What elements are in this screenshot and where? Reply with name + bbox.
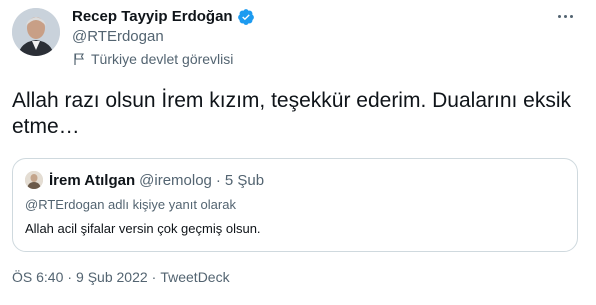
- tweet-time[interactable]: ÖS 6:40: [12, 268, 63, 286]
- tweet-text: Allah razı olsun İrem kızım, teşekkür ed…: [12, 89, 572, 138]
- quoted-handle[interactable]: @iremolog: [139, 172, 212, 190]
- quoted-header: İrem Atılgan @iremolog · 5 Şub: [49, 172, 264, 190]
- author-handle[interactable]: @RTErdogan: [72, 28, 164, 46]
- affiliation-text: Türkiye devlet görevlisi: [91, 51, 234, 67]
- flag-icon: [72, 52, 86, 66]
- quoted-name[interactable]: İrem Atılgan: [49, 172, 135, 190]
- quoted-date[interactable]: 5 Şub: [225, 172, 264, 190]
- tweet-date[interactable]: 9 Şub 2022: [76, 268, 148, 286]
- quoted-separator: ·: [215, 172, 221, 189]
- author-photo: [12, 8, 60, 56]
- footer-separator-2: ·: [151, 269, 157, 285]
- author-name-row: Recep Tayyip Erdoğan: [72, 8, 255, 26]
- author-name[interactable]: Recep Tayyip Erdoğan: [72, 8, 233, 26]
- verified-badge-icon: [237, 8, 255, 26]
- tweet-footer: ÖS 6:40 · 9 Şub 2022 · TweetDeck: [12, 268, 230, 286]
- quoted-text: Allah acil şifalar versin çok geçmiş ols…: [25, 221, 261, 236]
- quoted-avatar: [25, 171, 43, 189]
- tweet-source[interactable]: TweetDeck: [160, 268, 229, 286]
- affiliation-label: Türkiye devlet görevlisi: [72, 51, 233, 67]
- avatar[interactable]: [12, 8, 60, 56]
- more-options-icon[interactable]: [554, 8, 576, 24]
- quoted-tweet[interactable]: İrem Atılgan @iremolog · 5 Şub @RTErdoga…: [12, 158, 578, 252]
- footer-separator-1: ·: [67, 269, 73, 285]
- reply-context: @RTErdogan adlı kişiye yanıt olarak: [25, 197, 236, 212]
